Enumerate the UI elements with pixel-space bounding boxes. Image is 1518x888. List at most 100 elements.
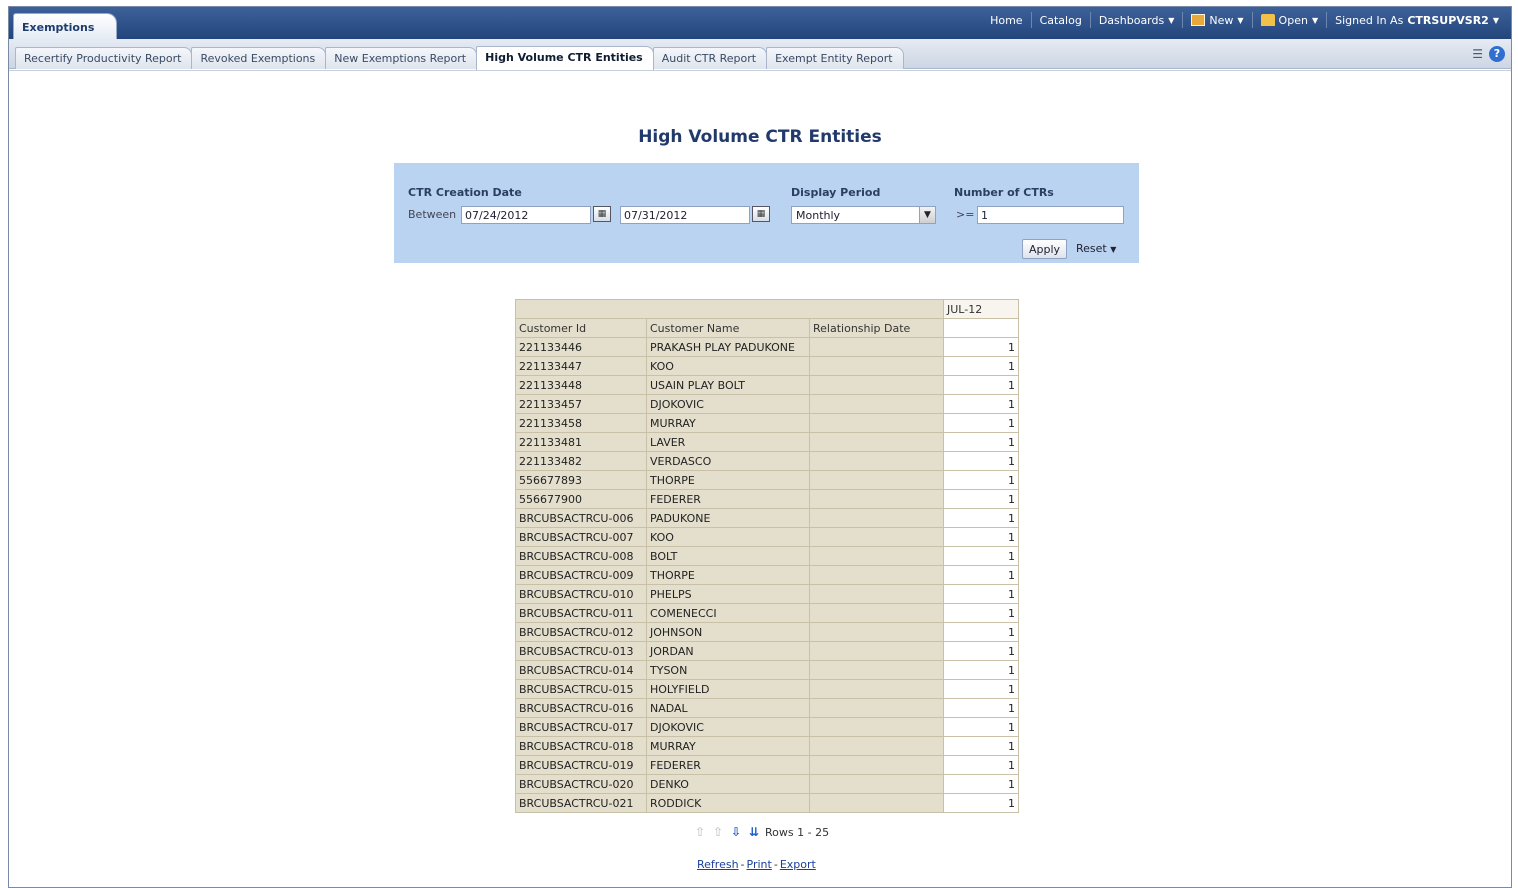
- first-page-icon[interactable]: ⇧: [693, 825, 707, 839]
- refresh-link[interactable]: Refresh: [697, 858, 739, 871]
- open-label: Open: [1278, 13, 1308, 27]
- home-link[interactable]: Home: [982, 12, 1030, 28]
- last-page-icon[interactable]: ⇊: [747, 825, 761, 839]
- user-name: CTRSUPVSR2: [1407, 13, 1489, 27]
- relationship-date-cell: [809, 527, 944, 547]
- rows-range: Rows 1 - 25: [765, 825, 830, 839]
- customer-id-cell: BRCUBSACTRCU-018: [515, 736, 647, 756]
- relationship-date-cell: [809, 337, 944, 357]
- catalog-link[interactable]: Catalog: [1030, 12, 1090, 28]
- relationship-date-cell: [809, 432, 944, 452]
- customer-name-cell: RODDICK: [646, 793, 810, 813]
- relationship-date-cell: [809, 755, 944, 775]
- ctr-count-cell: 1: [943, 793, 1019, 813]
- table-row: BRCUBSACTRCU-021 RODDICK 1: [515, 793, 1019, 813]
- tab-revoked-exemptions[interactable]: Revoked Exemptions: [191, 47, 327, 69]
- customer-id-cell: BRCUBSACTRCU-013: [515, 641, 647, 661]
- tab-high-volume-ctr-entities[interactable]: High Volume CTR Entities: [476, 46, 654, 70]
- table-row: 221133457 DJOKOVIC 1: [515, 394, 1019, 414]
- date-to-input[interactable]: [620, 206, 750, 224]
- reset-button[interactable]: Reset ▼: [1070, 239, 1122, 259]
- table-row: 221133481 LAVER 1: [515, 432, 1019, 452]
- tab-exempt-entity-report[interactable]: Exempt Entity Report: [766, 47, 904, 69]
- app-window: Exemptions Home Catalog Dashboards ▼ New…: [8, 6, 1512, 888]
- export-link[interactable]: Export: [780, 858, 816, 871]
- table-row: BRCUBSACTRCU-013 JORDAN 1: [515, 641, 1019, 661]
- table-row: BRCUBSACTRCU-017 DJOKOVIC 1: [515, 717, 1019, 737]
- table-row: 556677900 FEDERER 1: [515, 489, 1019, 509]
- calendar-icon[interactable]: ▦: [593, 206, 611, 222]
- ctr-count-cell: 1: [943, 432, 1019, 452]
- dropdown-arrow-icon[interactable]: ▼: [919, 207, 935, 223]
- tab-recertify-productivity-report[interactable]: Recertify Productivity Report: [15, 47, 193, 69]
- ctr-operator: >=: [956, 208, 975, 221]
- table-row: BRCUBSACTRCU-008 BOLT 1: [515, 546, 1019, 566]
- apply-button[interactable]: Apply: [1022, 239, 1068, 259]
- signed-in-label: Signed In As: [1335, 13, 1404, 27]
- page-options-icon[interactable]: ☰: [1472, 47, 1483, 61]
- table-row: BRCUBSACTRCU-007 KOO 1: [515, 527, 1019, 547]
- relationship-date-cell: [809, 394, 944, 414]
- dashboard-tab[interactable]: Exemptions: [13, 13, 117, 39]
- ctr-count-cell: 1: [943, 565, 1019, 585]
- folder-icon: [1260, 14, 1275, 26]
- dashboards-menu[interactable]: Dashboards ▼: [1089, 12, 1183, 28]
- table-corner-header: [515, 299, 944, 319]
- display-period-select[interactable]: Monthly ▼: [791, 206, 936, 224]
- table-row: BRCUBSACTRCU-014 TYSON 1: [515, 660, 1019, 680]
- dashboard-content: High Volume CTR Entities CTR Creation Da…: [9, 70, 1511, 888]
- previous-page-icon[interactable]: ⇧: [711, 825, 725, 839]
- customer-name-cell: KOO: [646, 527, 810, 547]
- relationship-date-cell: [809, 565, 944, 585]
- customer-name-cell: MURRAY: [646, 413, 810, 433]
- tab-audit-ctr-report[interactable]: Audit CTR Report: [652, 47, 768, 69]
- user-menu[interactable]: Signed In As CTRSUPVSR2 ▼: [1326, 12, 1507, 28]
- customer-id-cell: 221133458: [515, 413, 647, 433]
- ctr-count-cell: 1: [943, 489, 1019, 509]
- customer-id-cell: 556677900: [515, 489, 647, 509]
- number-of-ctrs-input[interactable]: [977, 206, 1124, 224]
- customer-name-cell: DENKO: [646, 774, 810, 794]
- table-row: BRCUBSACTRCU-019 FEDERER 1: [515, 755, 1019, 775]
- ctr-count-cell: 1: [943, 527, 1019, 547]
- link-separator: -: [740, 858, 745, 871]
- relationship-date-cell: [809, 451, 944, 471]
- customer-id-cell: BRCUBSACTRCU-016: [515, 698, 647, 718]
- print-link[interactable]: Print: [747, 858, 772, 871]
- customer-id-cell: 221133482: [515, 451, 647, 471]
- column-header-customer-id: Customer Id: [515, 318, 647, 338]
- customer-name-cell: THORPE: [646, 470, 810, 490]
- customer-name-cell: HOLYFIELD: [646, 679, 810, 699]
- customer-id-cell: 221133447: [515, 356, 647, 376]
- table-row: 221133446 PRAKASH PLAY PADUKONE 1: [515, 337, 1019, 357]
- customer-id-cell: 221133446: [515, 337, 647, 357]
- ctr-count-cell: 1: [943, 451, 1019, 471]
- calendar-icon[interactable]: ▦: [752, 206, 770, 222]
- customer-name-cell: JOHNSON: [646, 622, 810, 642]
- open-menu[interactable]: Open ▼: [1251, 12, 1327, 28]
- global-nav: Home Catalog Dashboards ▼ New ▼ Open ▼ S…: [982, 7, 1507, 33]
- ctr-count-cell: 1: [943, 546, 1019, 566]
- customer-id-cell: BRCUBSACTRCU-019: [515, 755, 647, 775]
- ctr-count-cell: 1: [943, 698, 1019, 718]
- ctr-count-cell: 1: [943, 603, 1019, 623]
- table-row: 221133447 KOO 1: [515, 356, 1019, 376]
- next-page-icon[interactable]: ⇩: [729, 825, 743, 839]
- new-document-icon: [1191, 14, 1206, 26]
- number-of-ctrs-label: Number of CTRs: [954, 186, 1054, 199]
- help-icon[interactable]: ?: [1489, 46, 1505, 62]
- customer-name-cell: NADAL: [646, 698, 810, 718]
- relationship-date-cell: [809, 470, 944, 490]
- relationship-date-cell: [809, 736, 944, 756]
- ctr-count-cell: 1: [943, 736, 1019, 756]
- customer-name-cell: TYSON: [646, 660, 810, 680]
- date-from-input[interactable]: [461, 206, 591, 224]
- new-menu[interactable]: New ▼: [1182, 12, 1251, 28]
- relationship-date-cell: [809, 603, 944, 623]
- customer-name-cell: BOLT: [646, 546, 810, 566]
- ctr-count-cell: 1: [943, 679, 1019, 699]
- customer-id-cell: BRCUBSACTRCU-014: [515, 660, 647, 680]
- tab-new-exemptions-report[interactable]: New Exemptions Report: [325, 47, 478, 69]
- customer-id-cell: BRCUBSACTRCU-010: [515, 584, 647, 604]
- prompt-panel: CTR Creation Date Between ▦ ▦ Display Pe…: [394, 163, 1139, 263]
